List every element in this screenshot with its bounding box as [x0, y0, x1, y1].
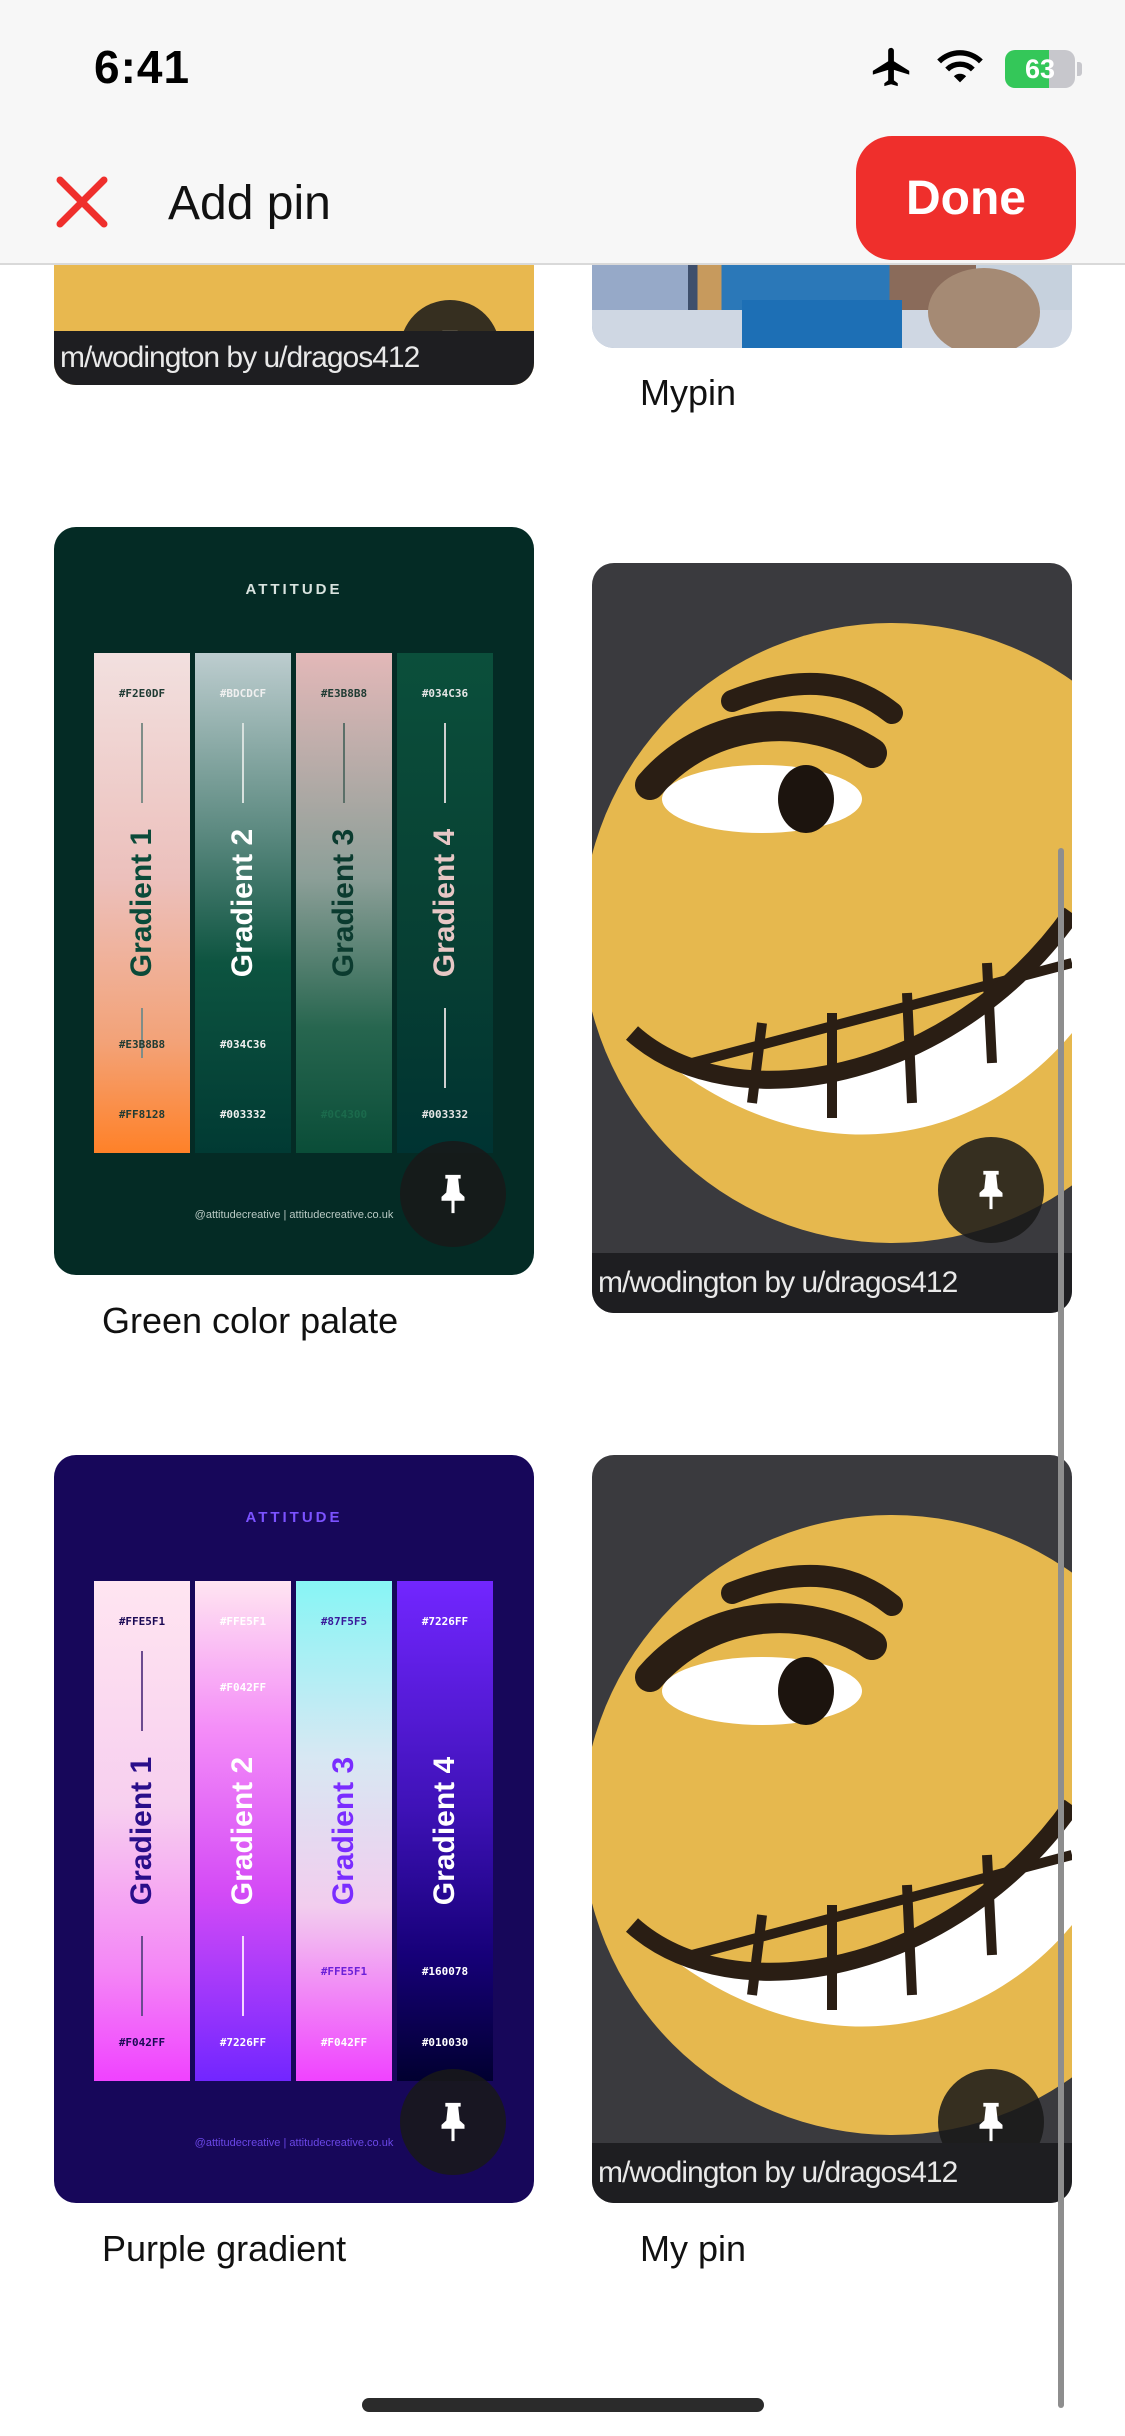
strip-name: Gradient 4: [428, 1756, 461, 1906]
strip-divider: [141, 723, 143, 803]
strip-hex-label: #E3B8B8: [320, 687, 368, 700]
strip-divider: [141, 1936, 143, 2016]
close-icon: [56, 176, 108, 228]
palette-strip-3: #87F5F5 Gradient 3 #FFE5F1 #F042FF: [296, 1581, 392, 2081]
strip-divider: [343, 723, 345, 803]
strip-hex-label: #E3B8B8: [118, 1038, 166, 1051]
pin-card-emoji-middle[interactable]: m/wodington by u/dragos412: [592, 563, 1072, 1313]
palette-brand: ATTITUDE: [245, 1509, 343, 1526]
strip-hex-label: #FFE5F1: [219, 1615, 267, 1628]
wifi-icon: [937, 47, 983, 92]
battery-level: 63: [1024, 53, 1056, 84]
pin-title: Green color palate: [102, 1300, 399, 1341]
pin-card-green-palette[interactable]: ATTITUDE #F2E0DF Gradient 1 #E3B8B8 #FF8…: [54, 527, 534, 1275]
pin-title: Mypin: [640, 372, 737, 413]
palette-strip-4: #7226FF Gradient 4 #160078 #010030: [397, 1581, 493, 2081]
strip-hex-label: #034C36: [421, 687, 469, 700]
strip-hex-label: #87F5F5: [320, 1615, 368, 1628]
strip-hex-label: #034C36: [219, 1038, 267, 1051]
status-time: 6:41: [94, 41, 191, 93]
vertical-scrollbar[interactable]: [1058, 848, 1064, 2408]
strip-hex-label: #BDCDCF: [219, 687, 267, 700]
strip-hex-label: #FF8128: [118, 1108, 166, 1121]
strip-hex-label: #003332: [219, 1108, 267, 1121]
pin-title: My pin: [640, 2228, 747, 2269]
strip-divider: [242, 1936, 244, 2016]
palette-strip-2: #BDCDCF Gradient 2 #034C36 #003332: [195, 653, 291, 1153]
airplane-icon: [869, 44, 915, 95]
palette-strip-1: #F2E0DF Gradient 1 #E3B8B8 #FF8128: [94, 653, 190, 1153]
strip-name: Gradient 1: [125, 1756, 158, 1906]
strip-divider: [242, 723, 244, 803]
strip-hex-label: #F042FF: [219, 1681, 267, 1694]
palette-strip-2: #FFE5F1 #F042FF Gradient 2 #7226FF: [195, 1581, 291, 2081]
status-icons: 63: [869, 44, 1082, 95]
image-watermark: m/wodington by u/dragos412: [592, 1253, 1072, 1313]
pin-card-emoji-bottom[interactable]: m/wodington by u/dragos412: [592, 1455, 1072, 2203]
strip-hex-label: #003332: [421, 1108, 469, 1121]
strip-hex-label: #F042FF: [118, 2036, 166, 2049]
pin-card-purple-gradient[interactable]: ATTITUDE #FFE5F1 Gradient 1 #F042FF #FFE…: [54, 1455, 534, 2203]
strip-hex-label: #160078: [421, 1965, 469, 1978]
strip-hex-label: #FFE5F1: [118, 1615, 166, 1628]
palette-brand: ATTITUDE: [245, 581, 343, 598]
strip-hex-label: #F042FF: [320, 2036, 368, 2049]
strip-hex-label: #7226FF: [219, 2036, 267, 2049]
strip-name: Gradient 3: [327, 828, 360, 978]
pin-icon-button[interactable]: [938, 1137, 1044, 1243]
strip-name: Gradient 3: [327, 1756, 360, 1906]
strip-name: Gradient 1: [125, 828, 158, 978]
palette-strip-4: #034C36 Gradient 4 #003332: [397, 653, 493, 1153]
top-bar: 6:41 63 Add pin Done: [0, 0, 1125, 265]
pin-icon-button[interactable]: [400, 2069, 506, 2175]
strip-hex-label: #FFE5F1: [320, 1965, 368, 1978]
palette-strip-3: #E3B8B8 Gradient 3 #0C4300: [296, 653, 392, 1153]
strip-divider: [444, 1008, 446, 1088]
pin-title: Purple gradient: [102, 2228, 347, 2269]
strip-hex-label: #F2E0DF: [118, 687, 166, 700]
strip-divider: [141, 1651, 143, 1731]
image-watermark: m/wodington by u/dragos412: [592, 2143, 1072, 2203]
strip-divider: [444, 723, 446, 803]
strip-name: Gradient 2: [226, 828, 259, 978]
close-button[interactable]: [52, 172, 112, 232]
done-button[interactable]: Done: [856, 136, 1076, 260]
strip-hex-label: #0C4300: [320, 1108, 368, 1121]
palette-strip-1: #FFE5F1 Gradient 1 #F042FF: [94, 1581, 190, 2081]
strip-hex-label: #7226FF: [421, 1615, 469, 1628]
strip-name: Gradient 2: [226, 1756, 259, 1906]
page-title: Add pin: [168, 177, 331, 230]
strip-name: Gradient 4: [428, 828, 461, 978]
image-watermark: m/wodington by u/dragos412: [54, 331, 534, 385]
battery-icon: 63: [1005, 50, 1082, 88]
strip-hex-label: #010030: [421, 2036, 469, 2049]
pin-grid: m/wodington by u/dragos412 Mypin ATTITUD…: [0, 0, 1125, 2436]
home-indicator[interactable]: [362, 2398, 764, 2412]
pin-icon-button[interactable]: [400, 1141, 506, 1247]
